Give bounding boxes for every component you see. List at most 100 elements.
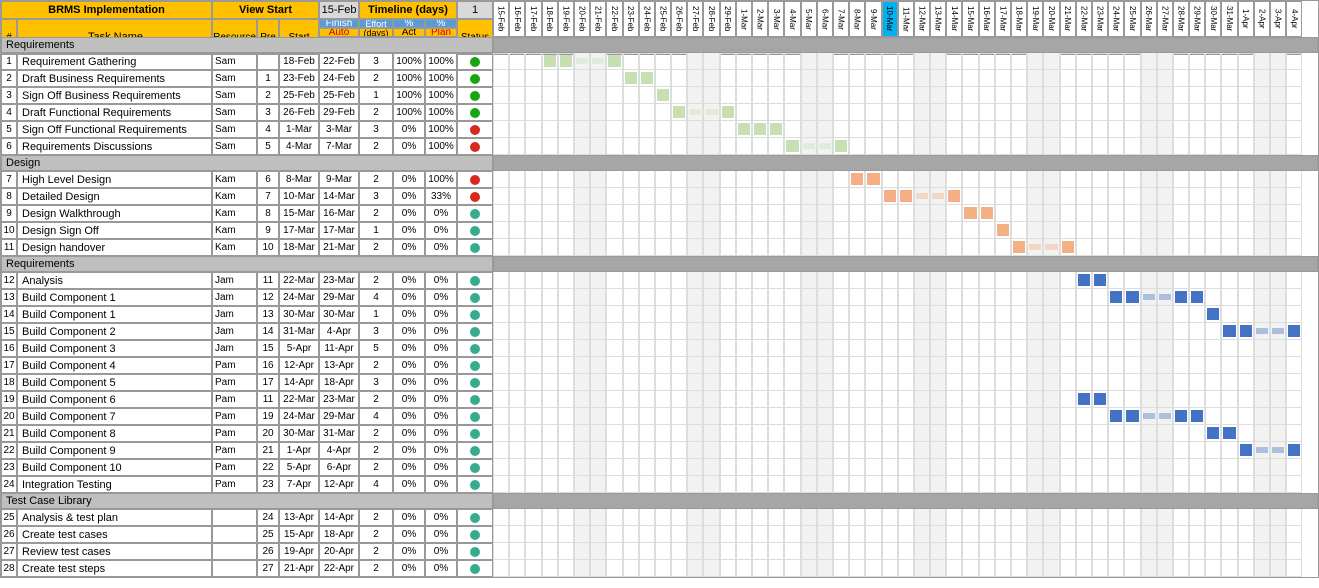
date-col[interactable]: 4-Apr — [1286, 1, 1302, 37]
date-col[interactable]: 2-Apr — [1254, 1, 1270, 37]
gantt-cell[interactable] — [1205, 357, 1221, 374]
cell[interactable]: 0% — [393, 374, 425, 391]
gantt-cell[interactable] — [542, 442, 558, 459]
gantt-cell[interactable] — [995, 323, 1011, 340]
gantt-cell[interactable] — [1157, 340, 1173, 357]
gantt-cell[interactable] — [801, 323, 817, 340]
gantt-cell[interactable] — [946, 391, 962, 408]
gantt-cell[interactable] — [542, 87, 558, 104]
gantt-cell[interactable] — [1141, 459, 1157, 476]
task-row[interactable]: 12AnalysisJam1122-Mar23-Mar20%0% — [1, 272, 1318, 289]
gantt-cell[interactable] — [833, 442, 849, 459]
gantt-cell[interactable] — [1108, 476, 1124, 493]
gantt-cell[interactable] — [882, 121, 898, 138]
gantt-cell[interactable] — [558, 323, 574, 340]
gantt-cell[interactable] — [1027, 425, 1043, 442]
gantt-cell[interactable] — [671, 222, 687, 239]
gantt-cell[interactable] — [1092, 53, 1108, 70]
gantt-cell[interactable] — [1092, 306, 1108, 323]
gantt-cell[interactable] — [703, 323, 719, 340]
gantt-cell[interactable] — [639, 526, 655, 543]
gantt-cell[interactable] — [930, 222, 946, 239]
gantt-cell[interactable] — [1173, 306, 1189, 323]
gantt-cell[interactable] — [493, 222, 509, 239]
cell[interactable]: 100% — [393, 53, 425, 70]
gantt-cell[interactable] — [768, 425, 784, 442]
gantt-cell[interactable] — [606, 188, 622, 205]
gantt-cell[interactable] — [833, 425, 849, 442]
gantt-cell[interactable] — [817, 222, 833, 239]
gantt-cell[interactable] — [639, 323, 655, 340]
gantt-cell[interactable] — [1060, 306, 1076, 323]
gantt-cell[interactable] — [1011, 121, 1027, 138]
gantt-cell[interactable] — [509, 205, 525, 222]
gantt-cell[interactable] — [995, 138, 1011, 155]
cell[interactable]: 0% — [425, 442, 457, 459]
task-row[interactable]: 11Design handoverKam1018-Mar21-Mar20%0% — [1, 239, 1318, 256]
cell[interactable]: 2 — [359, 509, 393, 526]
gantt-cell[interactable] — [865, 425, 881, 442]
gantt-cell[interactable] — [525, 188, 541, 205]
gantt-cell[interactable] — [962, 239, 978, 256]
gantt-cell[interactable] — [1060, 459, 1076, 476]
gantt-cell[interactable] — [962, 408, 978, 425]
cell[interactable]: 8 — [1, 188, 17, 205]
gantt-cell[interactable] — [1043, 543, 1059, 560]
cell[interactable]: 17-Mar — [319, 222, 359, 239]
gantt-cell[interactable] — [1254, 289, 1270, 306]
gantt-bar[interactable] — [625, 72, 637, 84]
gantt-cell[interactable] — [1254, 425, 1270, 442]
gantt-cell[interactable] — [1254, 306, 1270, 323]
gantt-cell[interactable] — [687, 340, 703, 357]
gantt-cell[interactable] — [979, 53, 995, 70]
gantt-cell[interactable] — [542, 509, 558, 526]
cell[interactable]: 12-Apr — [319, 476, 359, 493]
date-col[interactable]: 26-Mar — [1141, 1, 1157, 37]
gantt-cell[interactable] — [849, 306, 865, 323]
cell[interactable]: 0% — [393, 323, 425, 340]
date-col[interactable]: 23-Feb — [623, 1, 639, 37]
gantt-cell[interactable] — [606, 104, 622, 121]
gantt-cell[interactable] — [542, 188, 558, 205]
task-row[interactable]: 22Build Component 9Pam211-Apr4-Apr20%0% — [1, 442, 1318, 459]
cell[interactable]: 0% — [393, 340, 425, 357]
cell[interactable]: Sam — [212, 104, 257, 121]
gantt-cell[interactable] — [849, 104, 865, 121]
cell[interactable]: Sam — [212, 87, 257, 104]
gantt-cell[interactable] — [1124, 289, 1140, 306]
gantt-cell[interactable] — [1141, 289, 1157, 306]
cell[interactable]: Create test cases — [17, 526, 212, 543]
cell[interactable]: 0% — [393, 205, 425, 222]
gantt-cell[interactable] — [720, 374, 736, 391]
gantt-cell[interactable] — [1238, 188, 1254, 205]
gantt-cell[interactable] — [558, 391, 574, 408]
gantt-cell[interactable] — [752, 138, 768, 155]
gantt-cell[interactable] — [979, 87, 995, 104]
cell[interactable]: 9-Mar — [319, 171, 359, 188]
gantt-cell[interactable] — [1254, 357, 1270, 374]
gantt-cell[interactable] — [784, 408, 800, 425]
gantt-cell[interactable] — [655, 121, 671, 138]
gantt-cell[interactable] — [946, 323, 962, 340]
cell[interactable]: 30-Mar — [279, 425, 319, 442]
gantt-cell[interactable] — [898, 138, 914, 155]
gantt-cell[interactable] — [558, 526, 574, 543]
cell[interactable]: Jam — [212, 340, 257, 357]
cell[interactable]: 10 — [1, 222, 17, 239]
gantt-cell[interactable] — [1108, 340, 1124, 357]
gantt-cell[interactable] — [493, 272, 509, 289]
gantt-cell[interactable] — [525, 459, 541, 476]
gantt-cell[interactable] — [833, 408, 849, 425]
cell[interactable]: 0% — [393, 188, 425, 205]
cell[interactable]: Build Component 5 — [17, 374, 212, 391]
gantt-cell[interactable] — [720, 442, 736, 459]
gantt-cell[interactable] — [752, 425, 768, 442]
gantt-cell[interactable] — [720, 188, 736, 205]
gantt-cell[interactable] — [623, 53, 639, 70]
gantt-cell[interactable] — [493, 239, 509, 256]
gantt-cell[interactable] — [930, 560, 946, 577]
gantt-cell[interactable] — [801, 222, 817, 239]
gantt-cell[interactable] — [1076, 391, 1092, 408]
gantt-cell[interactable] — [1189, 340, 1205, 357]
gantt-cell[interactable] — [1205, 543, 1221, 560]
